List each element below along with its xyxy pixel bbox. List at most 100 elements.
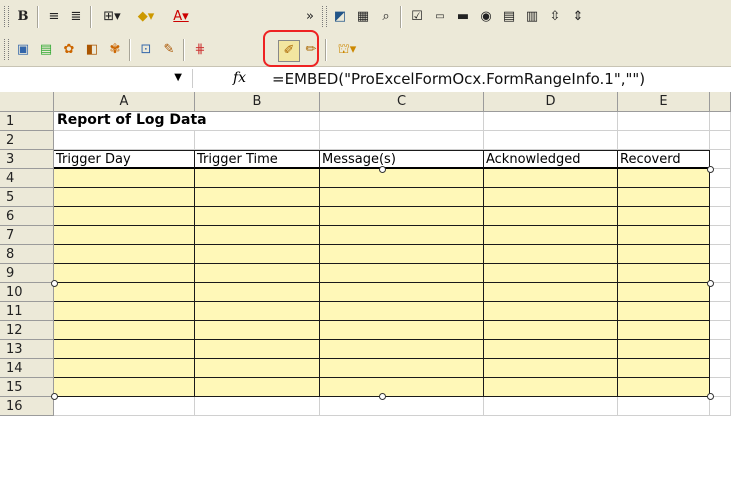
- scrollbar-control-icon[interactable]: ⇳: [545, 7, 565, 27]
- resize-handle[interactable]: [51, 279, 58, 287]
- range-cell[interactable]: [484, 321, 618, 340]
- row-header-1[interactable]: 1: [0, 112, 54, 131]
- range-cell[interactable]: [54, 207, 195, 226]
- range-cell[interactable]: [484, 302, 618, 321]
- range-cell[interactable]: [54, 264, 195, 283]
- form-icon-2[interactable]: ▤: [36, 40, 56, 60]
- range-cell[interactable]: [195, 378, 320, 397]
- cell[interactable]: [710, 340, 731, 359]
- toolbar-grip[interactable]: [4, 6, 9, 27]
- row-header-14[interactable]: 14: [0, 359, 54, 378]
- row-header-2[interactable]: 2: [0, 131, 54, 150]
- column-label-4[interactable]: Acknowledged: [484, 150, 618, 169]
- range-cell[interactable]: [484, 264, 618, 283]
- chart-wizard-icon[interactable]: ◩: [330, 7, 350, 27]
- range-cell[interactable]: [54, 226, 195, 245]
- cell[interactable]: [710, 112, 731, 131]
- range-cell[interactable]: [195, 226, 320, 245]
- column-header-f[interactable]: [710, 92, 731, 112]
- cell[interactable]: [320, 131, 484, 150]
- cell[interactable]: [320, 397, 484, 416]
- listbox-icon[interactable]: ▥: [522, 7, 542, 27]
- column-label-2[interactable]: Trigger Time: [195, 150, 320, 169]
- range-cell[interactable]: [320, 245, 484, 264]
- range-cell[interactable]: [618, 207, 710, 226]
- row-header-7[interactable]: 7: [0, 226, 54, 245]
- row-header-9[interactable]: 9: [0, 264, 54, 283]
- column-header-b[interactable]: B: [195, 92, 320, 112]
- range-cell[interactable]: [195, 188, 320, 207]
- resize-handle[interactable]: [51, 393, 58, 400]
- range-cell[interactable]: [320, 359, 484, 378]
- toolbar-grip[interactable]: [4, 39, 9, 60]
- cell[interactable]: [710, 150, 731, 169]
- range-cell[interactable]: [54, 340, 195, 359]
- range-cell[interactable]: [320, 188, 484, 207]
- form-icon-5[interactable]: ✾: [105, 40, 125, 60]
- range-cell[interactable]: [195, 283, 320, 302]
- range-cell[interactable]: [54, 359, 195, 378]
- range-cell[interactable]: [484, 226, 618, 245]
- range-cell[interactable]: [618, 226, 710, 245]
- range-cell[interactable]: [618, 359, 710, 378]
- range-cell[interactable]: [320, 283, 484, 302]
- cell[interactable]: [710, 283, 731, 302]
- range-cell[interactable]: [618, 188, 710, 207]
- row-header-8[interactable]: 8: [0, 245, 54, 264]
- range-cell[interactable]: [618, 321, 710, 340]
- font-color-icon[interactable]: A▾: [166, 7, 196, 27]
- range-cell[interactable]: [320, 226, 484, 245]
- cell[interactable]: [484, 131, 618, 150]
- range-cell[interactable]: [54, 321, 195, 340]
- range-cell[interactable]: [54, 245, 195, 264]
- fx-icon[interactable]: fx: [233, 70, 246, 86]
- range-cell[interactable]: [195, 264, 320, 283]
- cell[interactable]: [320, 112, 484, 131]
- select-all-corner[interactable]: [0, 92, 54, 112]
- option-button-icon[interactable]: ◉: [476, 7, 496, 27]
- cell[interactable]: [710, 207, 731, 226]
- cell[interactable]: [195, 112, 320, 131]
- cell[interactable]: [710, 169, 731, 188]
- resize-handle[interactable]: [379, 393, 386, 400]
- range-cell[interactable]: [320, 302, 484, 321]
- range-cell[interactable]: [320, 321, 484, 340]
- toolbar-overflow-icon[interactable]: »: [300, 7, 320, 27]
- range-cell[interactable]: [484, 340, 618, 359]
- row-header-13[interactable]: 13: [0, 340, 54, 359]
- range-cell[interactable]: [618, 169, 710, 188]
- range-cell[interactable]: [54, 302, 195, 321]
- range-cell[interactable]: [320, 378, 484, 397]
- row-header-10[interactable]: 10: [0, 283, 54, 302]
- name-box[interactable]: ▼: [0, 69, 193, 88]
- cell[interactable]: [710, 131, 731, 150]
- range-cell[interactable]: [320, 264, 484, 283]
- range-cell[interactable]: [618, 264, 710, 283]
- cell[interactable]: [618, 112, 710, 131]
- range-cell[interactable]: [54, 188, 195, 207]
- range-cell[interactable]: [618, 283, 710, 302]
- range-cell[interactable]: [484, 207, 618, 226]
- cell[interactable]: [484, 112, 618, 131]
- cell[interactable]: [195, 397, 320, 416]
- cell[interactable]: [710, 245, 731, 264]
- borders-icon[interactable]: ⊞▾: [97, 7, 127, 27]
- range-cell[interactable]: [195, 169, 320, 188]
- range-cell[interactable]: [320, 340, 484, 359]
- row-header-12[interactable]: 12: [0, 321, 54, 340]
- combobox-icon[interactable]: ▤: [499, 7, 519, 27]
- column-header-c[interactable]: C: [320, 92, 484, 112]
- bold-icon[interactable]: B: [13, 7, 33, 27]
- row-header-4[interactable]: 4: [0, 169, 54, 188]
- range-cell[interactable]: [484, 378, 618, 397]
- toolbar-grip[interactable]: [322, 6, 327, 27]
- range-cell[interactable]: [54, 283, 195, 302]
- properties-icon[interactable]: ▦: [353, 7, 373, 27]
- range-cell[interactable]: [618, 302, 710, 321]
- view-code-icon[interactable]: ⌕: [376, 7, 396, 27]
- report-title[interactable]: Report of Log Data: [54, 112, 207, 131]
- resize-handle[interactable]: [379, 166, 386, 173]
- chevron-down-icon[interactable]: ▼: [174, 72, 182, 83]
- form-icon-11[interactable]: ⛫▾: [332, 40, 362, 60]
- cell[interactable]: [710, 321, 731, 340]
